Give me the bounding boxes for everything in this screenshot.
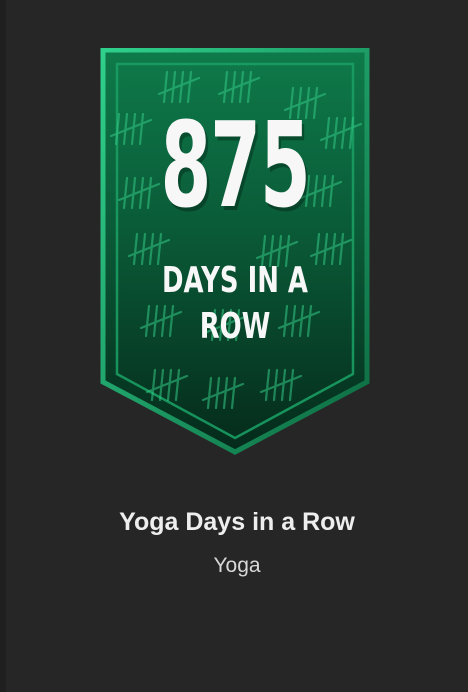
streak-badge: 875 DAYS IN A ROW — [97, 48, 373, 456]
streak-count: 875 — [160, 96, 310, 234]
streak-caption: DAYS IN A ROW — [162, 260, 308, 347]
achievement-category: Yoga — [213, 554, 261, 577]
achievement-title: Yoga Days in a Row — [119, 508, 355, 536]
